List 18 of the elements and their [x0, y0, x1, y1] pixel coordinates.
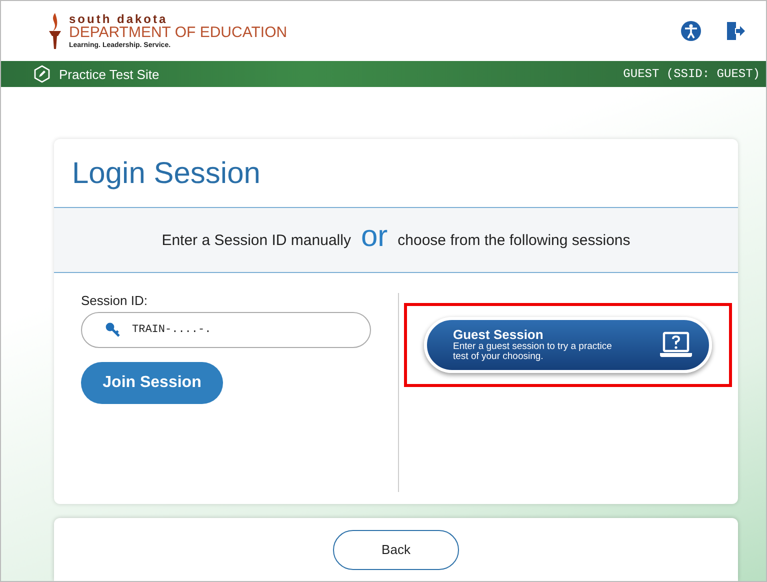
site-title: Practice Test Site [59, 66, 160, 82]
or-text: or [360, 222, 388, 252]
user-label: GUEST (SSID: GUEST) [623, 67, 760, 81]
join-session-button[interactable]: Join Session [81, 362, 223, 404]
session-id-field[interactable]: TRAIN-....-. [81, 312, 371, 348]
back-button[interactable]: Back [333, 530, 459, 570]
accessibility-icon[interactable] [680, 20, 702, 42]
logo-title: DEPARTMENT OF EDUCATION [69, 25, 288, 40]
instruction-text: choose from the following sessions [398, 232, 630, 248]
key-icon [105, 322, 121, 338]
logout-door-icon[interactable] [724, 20, 746, 42]
torch-logo-icon [47, 13, 63, 49]
laptop-question-icon [659, 331, 693, 359]
field-label: Session ID: [81, 293, 148, 308]
instruction-text: Enter a Session ID manually [162, 232, 351, 248]
logo-wordmark: south dakota [69, 13, 169, 25]
pencil-hexagon-icon [33, 65, 51, 83]
guest-session-button[interactable]: Guest Session Enter a guest session to try a practice test of your choosing. [424, 317, 712, 373]
